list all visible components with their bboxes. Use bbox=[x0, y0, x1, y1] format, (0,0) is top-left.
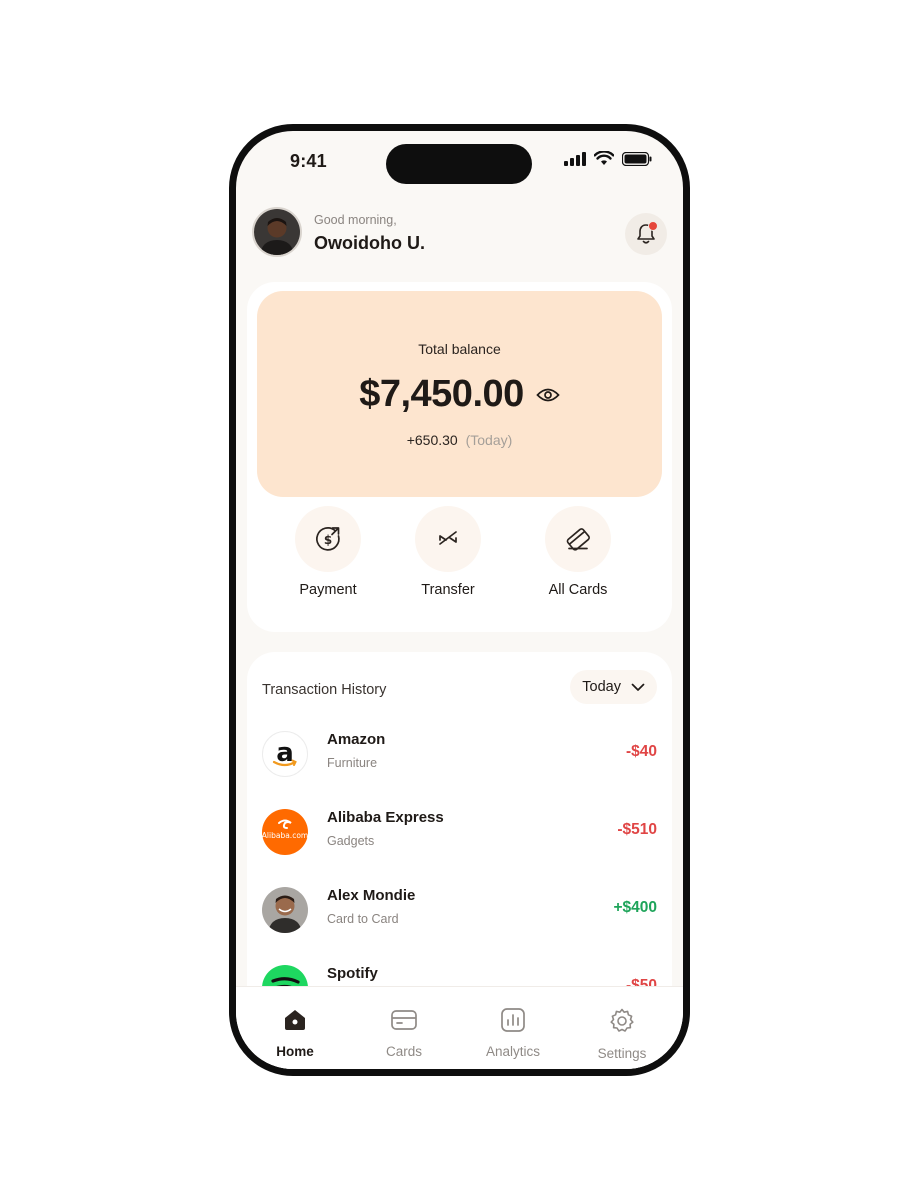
person-avatar bbox=[262, 887, 308, 933]
transaction-row[interactable]: Alex Mondie Card to Card +$400 bbox=[262, 883, 657, 939]
balance-change-period: (Today) bbox=[465, 432, 513, 448]
tab-label: Settings bbox=[597, 1046, 647, 1061]
status-icons bbox=[564, 151, 652, 166]
action-label: Payment bbox=[299, 582, 357, 598]
chevron-down-icon bbox=[631, 683, 645, 691]
greeting-text: Good morning, bbox=[314, 213, 397, 227]
dollar-send-icon: $ bbox=[316, 527, 340, 551]
payment-button[interactable]: $ Payment bbox=[278, 506, 378, 598]
tab-label: Cards bbox=[385, 1044, 422, 1059]
avatar[interactable] bbox=[252, 207, 302, 257]
transaction-name: Amazon bbox=[327, 731, 386, 748]
transaction-amount: +$400 bbox=[613, 899, 657, 916]
amazon-logo: a bbox=[262, 731, 308, 777]
balance-card: Total balance $7,450.00 +650.30 (Today) bbox=[257, 291, 662, 497]
notification-dot bbox=[648, 221, 658, 231]
gear-icon bbox=[610, 1008, 634, 1032]
transaction-name: Alex Mondie bbox=[327, 887, 416, 904]
alibaba-logo: Alibaba.com bbox=[262, 809, 308, 855]
transaction-amount: -$40 bbox=[625, 743, 657, 760]
all-cards-button[interactable]: All Cards bbox=[528, 506, 628, 598]
user-avatar-icon bbox=[254, 209, 300, 255]
action-label: Transfer bbox=[421, 582, 475, 598]
transaction-category: Furniture bbox=[327, 756, 378, 770]
quick-actions: $ Payment Transfer All Cards bbox=[247, 506, 672, 606]
phone-frame: 9:41 Good morning, Owoidoho U. Total bal… bbox=[229, 124, 690, 1076]
action-label: All Cards bbox=[548, 582, 608, 598]
tab-settings[interactable]: Settings bbox=[572, 1007, 672, 1061]
cards-icon bbox=[566, 528, 590, 551]
transaction-history-title: Transaction History bbox=[262, 682, 387, 698]
balance-change: +650.30 (Today) bbox=[257, 432, 662, 448]
transaction-row[interactable]: a Amazon Furniture -$40 bbox=[262, 727, 657, 783]
balance-panel: Total balance $7,450.00 +650.30 (Today) bbox=[247, 282, 672, 632]
alibaba-logo-text: Alibaba.com bbox=[262, 831, 308, 840]
balance-label: Total balance bbox=[418, 341, 501, 357]
battery-icon bbox=[622, 151, 652, 166]
transaction-row[interactable]: Alibaba.com Alibaba Express Gadgets -$51… bbox=[262, 805, 657, 861]
eye-icon[interactable] bbox=[536, 387, 560, 403]
tab-home[interactable]: Home bbox=[245, 1007, 345, 1059]
card-icon bbox=[391, 1010, 417, 1030]
tab-cards[interactable]: Cards bbox=[354, 1007, 454, 1059]
period-dropdown[interactable]: Today bbox=[570, 670, 657, 704]
balance-change-value: +650.30 bbox=[406, 432, 458, 448]
transaction-name: Spotify bbox=[327, 965, 378, 982]
bottom-tab-bar: Home Cards Analytics Settings bbox=[236, 986, 683, 1069]
greeting-header: Good morning, Owoidoho U. bbox=[252, 207, 667, 263]
transfer-arrows-icon bbox=[439, 531, 457, 545]
notifications-button[interactable] bbox=[625, 213, 667, 255]
user-name: Owoidoho U. bbox=[314, 233, 425, 253]
home-icon bbox=[285, 1010, 305, 1030]
transaction-amount: -$510 bbox=[617, 821, 657, 838]
tab-analytics[interactable]: Analytics bbox=[463, 1007, 563, 1059]
transaction-category: Gadgets bbox=[327, 834, 375, 848]
transaction-category: Card to Card bbox=[327, 912, 399, 926]
tab-label: Analytics bbox=[485, 1044, 541, 1059]
tab-label: Home bbox=[276, 1044, 314, 1059]
period-dropdown-value: Today bbox=[582, 679, 621, 695]
wifi-icon bbox=[594, 151, 614, 165]
balance-amount: $7,450.00 bbox=[359, 373, 524, 415]
signal-icon bbox=[564, 151, 586, 166]
chart-icon bbox=[501, 1008, 525, 1032]
status-time: 9:41 bbox=[290, 151, 327, 171]
dynamic-island bbox=[386, 144, 532, 184]
svg-text:$: $ bbox=[324, 533, 332, 547]
transaction-name: Alibaba Express bbox=[327, 809, 444, 826]
transfer-button[interactable]: Transfer bbox=[398, 506, 498, 598]
